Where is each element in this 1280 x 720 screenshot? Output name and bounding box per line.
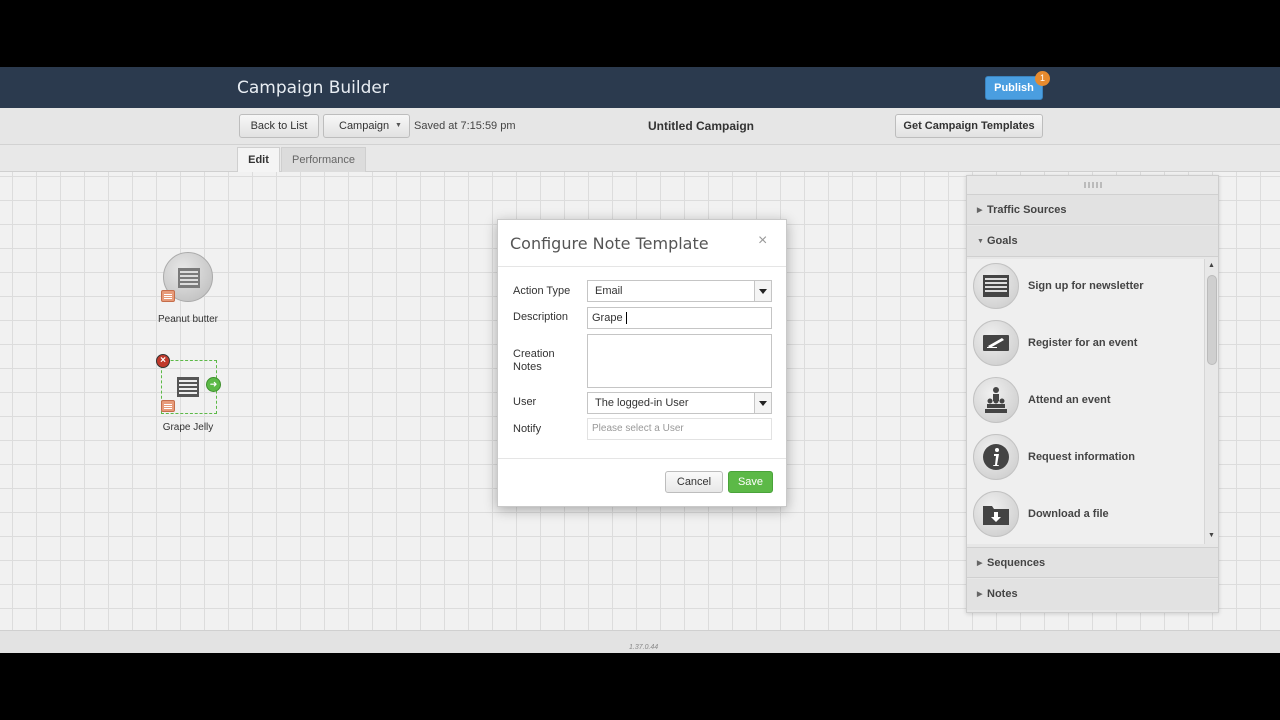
dialog-divider <box>498 266 786 267</box>
section-notes[interactable]: ▶ Notes <box>967 579 1218 610</box>
delete-node-icon[interactable]: × <box>156 354 170 368</box>
notify-input[interactable]: Please select a User <box>587 418 772 440</box>
dialog-title: Configure Note Template <box>510 234 709 253</box>
goal-item-request-info[interactable]: Request information <box>967 430 1202 487</box>
goal-item-download[interactable]: Download a file <box>967 487 1202 544</box>
text-caret <box>625 312 627 325</box>
description-input[interactable]: Grape <box>587 307 772 329</box>
element-palette: ▶ Traffic Sources ▼ Goals Sign up for ne… <box>966 175 1219 613</box>
goal-label: Attend an event <box>1028 394 1111 406</box>
canvas-node-selected[interactable]: × ➜ Grape Jelly <box>148 354 228 440</box>
section-sequences[interactable]: ▶ Sequences <box>967 547 1218 578</box>
creation-notes-label-line: Creation <box>513 348 555 360</box>
goal-label: Sign up for newsletter <box>1028 280 1144 292</box>
goal-item-newsletter[interactable]: Sign up for newsletter <box>967 259 1202 316</box>
status-bar: 1.37.0.44 <box>0 630 1280 653</box>
app-title: Campaign Builder <box>237 78 389 98</box>
description-value: Grape <box>592 312 623 324</box>
download-icon <box>973 491 1019 537</box>
notify-label: Notify <box>513 423 542 435</box>
configure-note-template-dialog: Configure Note Template × Action Type Em… <box>497 219 787 507</box>
section-label: Sequences <box>987 557 1046 569</box>
back-to-list-button[interactable]: Back to List <box>239 114 319 138</box>
register-icon <box>973 320 1019 366</box>
goal-label: Download a file <box>1028 508 1109 520</box>
tab-performance[interactable]: Performance <box>281 147 366 172</box>
tab-bar: Edit Performance <box>0 145 1280 172</box>
info-icon <box>973 434 1019 480</box>
creation-notes-label-line: Notes <box>513 361 542 373</box>
goals-scrollbar[interactable]: ▲ ▼ <box>1204 259 1218 544</box>
caret-right-icon: ▶ <box>977 207 983 214</box>
node-label: Peanut butter <box>157 314 219 325</box>
campaign-menu-button[interactable]: Campaign ▼ <box>323 114 410 138</box>
goal-label: Register for an event <box>1028 337 1138 349</box>
caret-down-icon: ▼ <box>977 238 984 245</box>
section-traffic-sources[interactable]: ▶ Traffic Sources <box>967 194 1218 225</box>
section-label: Notes <box>987 588 1018 600</box>
node-label: Grape Jelly <box>162 422 214 433</box>
chevron-down-icon[interactable] <box>754 281 771 301</box>
scroll-thumb[interactable] <box>1207 275 1217 365</box>
section-goals[interactable]: ▼ Goals <box>967 226 1218 257</box>
canvas-node[interactable]: Peanut butter <box>148 252 228 332</box>
action-type-label: Action Type <box>513 285 571 297</box>
action-type-value: Email <box>595 285 623 297</box>
save-button[interactable]: Save <box>728 471 773 493</box>
goal-item-register[interactable]: Register for an event <box>967 316 1202 373</box>
note-icon <box>161 290 175 302</box>
section-label: Goals <box>987 235 1018 247</box>
action-type-select[interactable]: Email <box>587 280 772 302</box>
app-window: Campaign Builder Publish 1 Back to List … <box>0 67 1280 653</box>
toolbar: Back to List Campaign ▼ Saved at 7:15:59… <box>0 108 1280 145</box>
campaign-name[interactable]: Untitled Campaign <box>560 119 842 133</box>
section-label: Traffic Sources <box>987 204 1067 216</box>
newsletter-icon <box>973 263 1019 309</box>
goals-list: Sign up for newsletter Register for an e… <box>967 259 1218 544</box>
caret-right-icon: ▶ <box>977 591 983 598</box>
goal-label: Request information <box>1028 451 1135 463</box>
user-label: User <box>513 396 537 408</box>
tab-edit[interactable]: Edit <box>237 147 280 172</box>
chevron-down-icon[interactable] <box>754 393 771 413</box>
panel-drag-handle[interactable] <box>1084 182 1102 188</box>
dialog-divider <box>498 458 786 459</box>
close-icon[interactable]: × <box>758 232 767 250</box>
audience-icon <box>973 377 1019 423</box>
user-select[interactable]: The logged-in User <box>587 392 772 414</box>
connect-arrow-icon[interactable]: ➜ <box>206 377 221 392</box>
user-value: The logged-in User <box>595 397 689 409</box>
get-campaign-templates-button[interactable]: Get Campaign Templates <box>895 114 1043 138</box>
description-label: Description <box>513 311 569 323</box>
caret-right-icon: ▶ <box>977 560 983 567</box>
publish-count-badge: 1 <box>1035 71 1050 86</box>
scroll-down-icon[interactable]: ▼ <box>1208 532 1215 539</box>
note-icon <box>161 400 175 412</box>
cancel-button[interactable]: Cancel <box>665 471 723 493</box>
version-label: 1.37.0.44 <box>629 644 659 651</box>
saved-status: Saved at 7:15:59 pm <box>414 120 516 132</box>
goal-item-attend[interactable]: Attend an event <box>967 373 1202 430</box>
title-bar: Campaign Builder Publish 1 <box>0 67 1280 108</box>
creation-notes-textarea[interactable] <box>587 334 772 388</box>
campaign-menu-label: Campaign <box>339 120 390 132</box>
caret-down-icon: ▼ <box>395 122 402 129</box>
scroll-up-icon[interactable]: ▲ <box>1208 262 1215 269</box>
creation-notes-label: Creation Notes <box>513 348 555 374</box>
